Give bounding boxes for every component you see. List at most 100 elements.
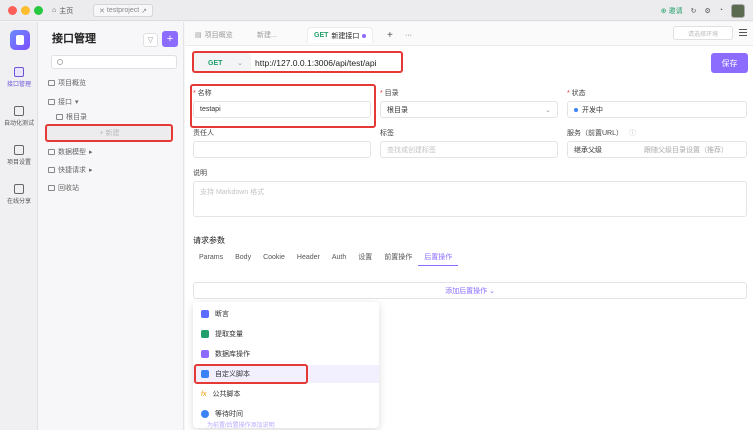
add-button[interactable]: + [162,31,178,47]
tab-header[interactable]: Header [291,252,326,266]
tab-body[interactable]: Body [229,252,257,266]
plus-icon: + [166,33,174,45]
add-post-action-button[interactable]: 添加后置操作 ⌄ [193,282,747,299]
sync-icon[interactable]: ↻ [691,7,697,15]
service-select[interactable]: 继承父级 跟随父级目录设置（推荐） [567,141,747,158]
tab-cookie[interactable]: Cookie [257,252,291,266]
menu-item-label: 等待时间 [215,411,243,418]
nav-project-settings[interactable]: 项目设置 [0,145,38,166]
service-label-text: 服务（前置URL） [567,130,624,137]
home-icon: ⌂ [52,7,57,14]
menu-icon[interactable] [739,29,747,36]
folder-icon [48,99,55,105]
quick-request-icon [48,167,55,173]
url-input[interactable]: http://127.0.0.1:3006/api/test/api [255,53,705,73]
add-user-icon: ⊕ [660,7,667,15]
menu-item-custom-script[interactable]: 自定义脚本 [193,365,379,383]
chevron-down-icon: ⌄ [237,60,243,67]
tree-label: 接口 [58,99,72,106]
dir-label: * 目录 [380,90,399,97]
tree-label: 快捷请求 [58,167,86,174]
settings-icon [14,145,24,155]
tab-bar: ▤ 项目概览 新建... GET 新建接口 + ··· 请选择环境 [185,22,753,46]
tab-post-actions[interactable]: 后置操作 [418,252,459,266]
overview-icon [48,80,55,86]
nav-auto-test[interactable]: 自动化测试 [0,106,38,127]
tree-item-root[interactable]: 根目录 [56,111,87,123]
name-input[interactable]: testapi [193,101,371,118]
menu-item-database[interactable]: 数据库操作 [193,345,379,363]
clock-icon [201,410,209,418]
environment-select[interactable]: 请选择环境 [673,26,733,40]
tree-label: 根目录 [66,114,87,121]
search-icon [57,59,63,65]
tree-item-api[interactable]: 接口 ▾ [48,96,79,108]
extract-variable-icon [201,330,209,338]
save-button[interactable]: 保存 [711,53,748,73]
new-tab-button[interactable]: + [381,27,399,43]
description-textarea[interactable]: 支持 Markdown 格式 [193,181,747,217]
maximize-window-button[interactable] [34,6,43,15]
tab-overview[interactable]: ▤ 项目概览 [189,27,239,43]
nav-online-share[interactable]: 在线分享 [0,184,38,205]
chevron-down-icon: ⌄ [545,106,551,114]
project-tab[interactable]: ✕ testproject ↗ [93,4,154,17]
new-api-button[interactable]: + 新建 [47,125,172,140]
nav-api-management[interactable]: 接口管理 [0,67,38,88]
tab-new-api[interactable]: GET 新建接口 [307,27,374,43]
trash-icon [48,185,55,191]
menu-item-public-script[interactable]: fx 公共脚本 [193,385,379,403]
home-link[interactable]: ⌂ 主页 [52,4,73,17]
owner-select[interactable] [193,141,371,158]
close-project-icon[interactable]: ✕ [99,7,105,15]
filter-button[interactable]: ▽ [143,33,158,47]
tab-pre-actions[interactable]: 前置操作 [378,252,418,266]
tree-item-overview[interactable]: 项目概览 [48,77,86,89]
method-value: GET [208,59,223,67]
params-tabs: Params Body Cookie Header Auth 设置 前置操作 后… [193,252,459,266]
help-icon[interactable]: ⓘ [629,130,636,137]
data-model-icon [48,149,55,155]
tree-item-quick-requests[interactable]: 快捷请求 ▸ [48,164,93,176]
auto-test-icon [14,106,24,116]
method-select[interactable]: GET ⌄ [193,53,251,73]
bottom-hint: 为前置/后置操作添加说明 [207,423,275,429]
status-select[interactable]: 开发中 [567,101,747,118]
tab-auth[interactable]: Auth [326,252,352,266]
tree-item-models[interactable]: 数据模型 ▸ [48,146,93,158]
status-label-text: 状态 [571,90,586,97]
minimize-window-button[interactable] [21,6,30,15]
menu-item-extract-variable[interactable]: 提取变量 [193,325,379,343]
request-url-row: GET ⌄ http://127.0.0.1:3006/api/test/api [193,53,743,73]
api-icon [14,67,24,77]
tag-input[interactable]: 查找或创建标签 [380,141,558,158]
status-value: 开发中 [582,106,603,114]
filter-icon: ▽ [147,37,154,44]
project-name: testproject [106,7,140,14]
main-nav: 接口管理 自动化测试 项目设置 在线分享 [0,22,38,430]
app-logo [10,30,30,50]
owner-label: 责任人 [193,130,214,137]
menu-item-assertion[interactable]: 断言 [193,305,379,323]
tab-label: 新建... [257,32,277,39]
status-label: * 状态 [567,90,586,97]
chevron-right-icon: ▸ [89,167,93,174]
database-icon [201,350,209,358]
tag-label: 标签 [380,130,394,137]
tab-params[interactable]: Params [193,252,229,266]
more-tabs-button[interactable]: ··· [399,27,418,43]
tree-label: 项目概览 [58,80,86,87]
avatar[interactable] [731,3,745,18]
gear-icon[interactable]: ⚙ [704,7,710,15]
search-input[interactable] [51,55,177,69]
close-window-button[interactable] [8,6,17,15]
directory-value: 根目录 [387,106,408,114]
directory-select[interactable]: 根目录 ⌄ [380,101,558,118]
tab-settings[interactable]: 设置 [352,252,378,266]
tab-new-draft[interactable]: 新建... [251,27,283,43]
tree-item-trash[interactable]: 回收站 [48,182,79,194]
function-icon: fx [201,390,207,398]
tab-label: 新建接口 [331,32,360,40]
invite-button[interactable]: ⊕ 邀请 [661,6,683,16]
bell-icon[interactable]: ◔ [719,7,723,14]
